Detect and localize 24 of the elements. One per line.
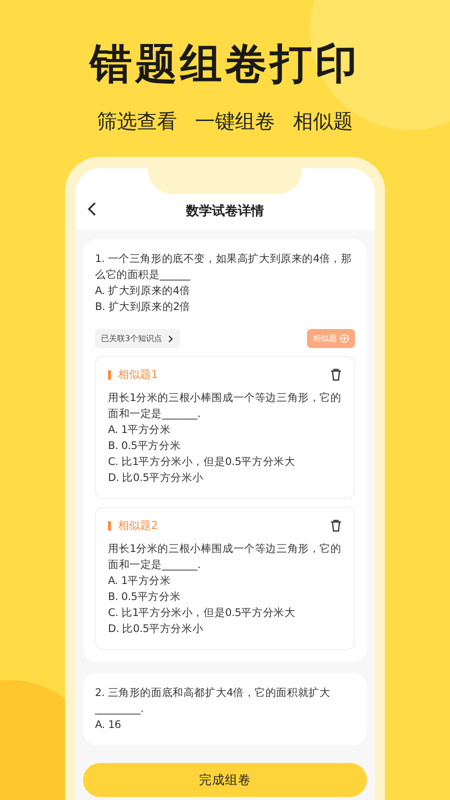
hero-title: 错题组卷打印 xyxy=(90,38,360,90)
similar-question-title: 相似题1 xyxy=(118,367,159,382)
question-text: 用长1分米的三根小棒围成一个等边三角形，它的面和一定是_______. xyxy=(108,391,342,422)
hero-subtitle: 筛选查看 xyxy=(97,108,177,134)
hero-subtitle: 一键组卷 xyxy=(195,108,275,134)
answer-option: D. 比0.5平方分米小 xyxy=(108,621,342,637)
screen-title: 数学试卷详情 xyxy=(186,202,264,220)
answer-option: B. 0.5平方分米 xyxy=(108,438,342,454)
hero-subtitle: 相似题 xyxy=(293,108,353,134)
question-text: 2. 三角形的面底和高都扩大4倍，它的面积就扩大_________. xyxy=(95,686,332,717)
finish-button[interactable]: 完成组卷 xyxy=(83,763,367,797)
answer-option: C. 比1平方分米小，但是0.5平方分米大 xyxy=(108,454,342,470)
answer-option: A. 1平方分米 xyxy=(108,422,342,438)
answer-option: C. 比1平方分米小，但是0.5平方分米大 xyxy=(108,605,342,621)
answer-option: A. 扩大到原来的4倍 xyxy=(95,283,355,299)
answer-option: A. 16 xyxy=(95,717,355,733)
answer-option: D. 比0.5平方分米小 xyxy=(108,470,342,486)
knowledge-point-tag[interactable]: 已关联3个知识点 xyxy=(95,329,180,348)
question-text: 1. 一个三角形的底不变，如果高扩大到原来的4倍，那么它的面积是______ xyxy=(95,252,353,283)
answer-option: B. 扩大到原来的2倍 xyxy=(95,299,355,315)
similar-question-title: 相似题2 xyxy=(118,518,159,533)
answer-option: A. 1平方分米 xyxy=(108,573,342,589)
question-text: 用长1分米的三根小棒围成一个等边三角形，它的面和一定是_______. xyxy=(108,542,342,573)
answer-option: B. 0.5平方分米 xyxy=(108,589,342,605)
